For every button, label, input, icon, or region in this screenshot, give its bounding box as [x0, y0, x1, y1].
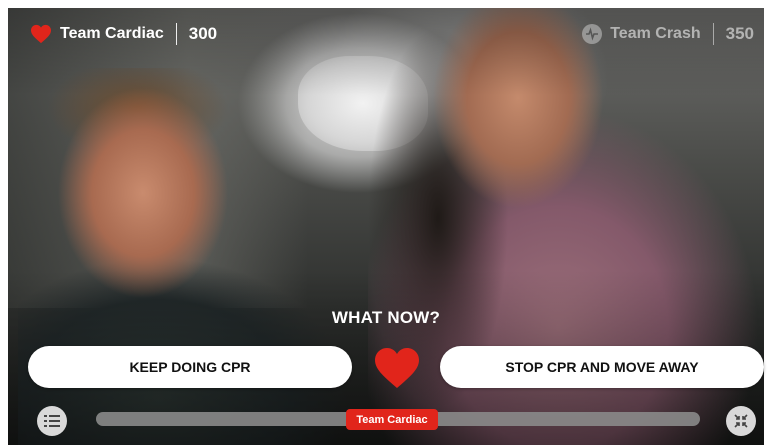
choice-stop-cpr-button[interactable]: STOP CPR AND MOVE AWAY: [440, 346, 764, 388]
heart-icon: [31, 24, 51, 44]
team-name-right: Team Crash: [610, 25, 701, 42]
progress-team-label: Team Cardiac: [356, 413, 428, 426]
progress-team-tag[interactable]: Team Cardiac: [346, 409, 438, 430]
pulse-icon: [582, 24, 603, 44]
team-name-left: Team Cardiac: [60, 25, 164, 42]
team-score-value-right: 350: [725, 24, 754, 43]
team-score-left: Team Cardiac 300: [30, 22, 217, 46]
collapse-icon: [734, 414, 748, 428]
choice-label-right: STOP CPR AND MOVE AWAY: [505, 359, 699, 375]
score-divider: [175, 23, 177, 45]
collapse-button[interactable]: [726, 406, 756, 436]
score-divider-right: [712, 23, 714, 45]
center-heart-icon: [375, 348, 419, 388]
menu-list-icon: [44, 415, 60, 427]
menu-button[interactable]: [37, 406, 67, 436]
question-prompt: WHAT NOW?: [331, 308, 441, 327]
team-score-right: Team Crash 350: [582, 22, 754, 46]
team-score-value-left: 300: [188, 24, 218, 43]
choice-keep-doing-cpr-button[interactable]: KEEP DOING CPR: [28, 346, 352, 388]
choice-label-left: KEEP DOING CPR: [129, 359, 251, 375]
